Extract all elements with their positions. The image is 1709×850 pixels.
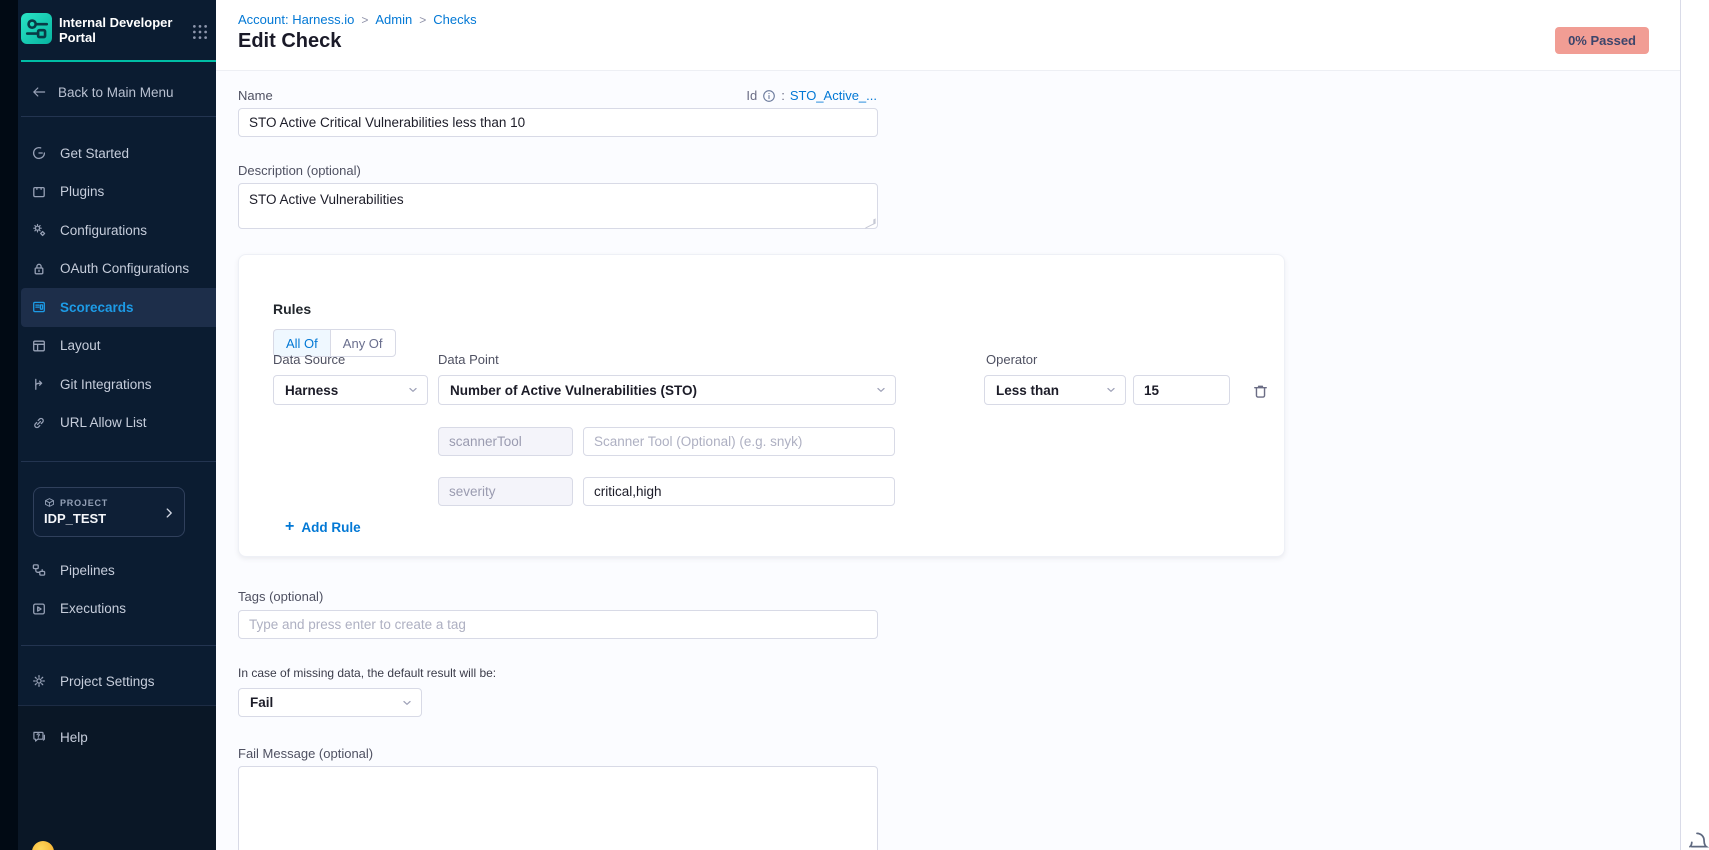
default-result-select[interactable]: Fail bbox=[238, 688, 422, 717]
chevron-down-icon bbox=[400, 696, 414, 710]
plus-icon: + bbox=[285, 519, 294, 535]
scorecards-icon bbox=[31, 299, 47, 315]
divider bbox=[21, 645, 216, 646]
project-cube-icon bbox=[44, 497, 55, 508]
sidebar-project-nav: Pipelines Executions bbox=[18, 551, 216, 628]
sidebar-item-url-allow-list[interactable]: URL Allow List bbox=[18, 404, 216, 443]
sidebar-item-plugins[interactable]: Plugins bbox=[18, 173, 216, 212]
sidebar-item-layout[interactable]: Layout bbox=[18, 327, 216, 366]
sidebar-item-help[interactable]: Help bbox=[18, 718, 216, 757]
param-key-severity bbox=[438, 477, 573, 506]
check-id-value[interactable]: STO_Active_... bbox=[790, 88, 877, 103]
git-branch-icon bbox=[31, 376, 47, 392]
fail-message-textarea[interactable] bbox=[238, 766, 878, 850]
data-source-label: Data Source bbox=[273, 352, 345, 367]
sidebar-item-configurations[interactable]: Configurations bbox=[18, 211, 216, 250]
gear-icon bbox=[31, 673, 47, 689]
breadcrumb-account-link[interactable]: Account: Harness.io bbox=[238, 12, 354, 27]
name-label: Name bbox=[238, 88, 273, 103]
divider bbox=[21, 116, 216, 117]
sidebar-item-project-settings[interactable]: Project Settings bbox=[18, 662, 216, 701]
main-content: Account: Harness.io > Admin > Checks Edi… bbox=[216, 0, 1681, 850]
sidebar-item-pipelines[interactable]: Pipelines bbox=[18, 551, 216, 590]
chevron-down-icon bbox=[874, 383, 888, 397]
app-title: Internal Developer Portal bbox=[59, 15, 179, 45]
chevron-right-icon bbox=[162, 505, 176, 521]
param-key-scannertool bbox=[438, 427, 573, 456]
sidebar-item-executions[interactable]: Executions bbox=[18, 590, 216, 629]
sidebar: Internal Developer Portal Back to Main M… bbox=[18, 0, 216, 850]
help-chat-icon bbox=[31, 729, 47, 745]
breadcrumb-separator: > bbox=[419, 13, 426, 27]
breadcrumb-admin-link[interactable]: Admin bbox=[375, 12, 412, 27]
breadcrumb: Account: Harness.io > Admin > Checks bbox=[238, 12, 477, 27]
executions-icon bbox=[31, 601, 47, 617]
threshold-input[interactable] bbox=[1133, 375, 1230, 405]
user-avatar[interactable] bbox=[32, 841, 54, 850]
tags-input[interactable] bbox=[238, 610, 878, 639]
chevron-down-icon bbox=[1104, 383, 1118, 397]
trash-icon bbox=[1251, 382, 1270, 401]
info-icon[interactable] bbox=[762, 89, 776, 103]
param-value-scannertool[interactable] bbox=[583, 427, 895, 456]
link-icon bbox=[31, 415, 47, 431]
project-name: IDP_TEST bbox=[44, 511, 106, 526]
apps-grid-icon[interactable] bbox=[191, 23, 209, 41]
back-to-main-menu[interactable]: Back to Main Menu bbox=[31, 80, 174, 104]
chevron-down-icon bbox=[406, 383, 420, 397]
project-selector[interactable]: PROJECT IDP_TEST bbox=[33, 487, 185, 537]
name-input[interactable] bbox=[238, 108, 878, 137]
module-rail bbox=[0, 0, 18, 850]
project-kicker: PROJECT bbox=[44, 497, 108, 508]
sidebar-item-scorecards[interactable]: Scorecards bbox=[21, 288, 216, 327]
data-point-select[interactable]: Number of Active Vulnerabilities (STO) bbox=[438, 375, 896, 405]
tags-label: Tags (optional) bbox=[238, 589, 323, 604]
check-id-row: Id : STO_Active_... bbox=[746, 88, 877, 103]
accent-divider bbox=[21, 60, 216, 62]
sidebar-footer: Help bbox=[18, 705, 216, 850]
sidebar-item-get-started[interactable]: Get Started bbox=[18, 134, 216, 173]
idp-logo-icon bbox=[21, 13, 52, 44]
delete-rule-button[interactable] bbox=[1249, 382, 1271, 404]
page: Internal Developer Portal Back to Main M… bbox=[0, 0, 1709, 850]
rules-title: Rules bbox=[273, 301, 311, 317]
page-title: Edit Check bbox=[238, 30, 341, 53]
id-colon: : bbox=[781, 88, 785, 103]
plugins-icon bbox=[31, 184, 47, 200]
sidebar-nav: Get Started Plugins Configurations OAuth… bbox=[18, 134, 216, 442]
id-label: Id bbox=[746, 88, 757, 103]
description-label: Description (optional) bbox=[238, 163, 361, 178]
data-point-label: Data Point bbox=[438, 352, 499, 367]
pipelines-icon bbox=[31, 562, 47, 578]
sidebar-item-oauth-configurations[interactable]: OAuth Configurations bbox=[18, 250, 216, 289]
layout-icon bbox=[31, 338, 47, 354]
support-bell-icon[interactable] bbox=[1684, 829, 1709, 850]
back-label: Back to Main Menu bbox=[58, 85, 174, 100]
missing-data-label: In case of missing data, the default res… bbox=[238, 666, 496, 680]
configurations-icon bbox=[31, 222, 47, 238]
add-rule-button[interactable]: + Add Rule bbox=[285, 519, 361, 535]
sidebar-item-git-integrations[interactable]: Git Integrations bbox=[18, 365, 216, 404]
divider bbox=[21, 461, 216, 462]
passed-percentage-badge: 0% Passed bbox=[1555, 27, 1649, 54]
data-source-select[interactable]: Harness bbox=[273, 375, 428, 405]
description-textarea[interactable]: STO Active Vulnerabilities bbox=[238, 183, 878, 229]
rules-card: Rules All Of Any Of Data Source Data Poi… bbox=[238, 254, 1285, 557]
breadcrumb-separator: > bbox=[361, 13, 368, 27]
lock-icon bbox=[31, 261, 47, 277]
back-arrow-icon bbox=[31, 84, 47, 100]
get-started-icon bbox=[31, 145, 47, 161]
breadcrumb-checks-link[interactable]: Checks bbox=[433, 12, 476, 27]
fail-message-label: Fail Message (optional) bbox=[238, 746, 373, 761]
sidebar-settings-nav: Project Settings bbox=[18, 662, 216, 701]
param-value-severity[interactable] bbox=[583, 477, 895, 506]
operator-select[interactable]: Less than bbox=[984, 375, 1126, 405]
operator-label: Operator bbox=[986, 352, 1037, 367]
